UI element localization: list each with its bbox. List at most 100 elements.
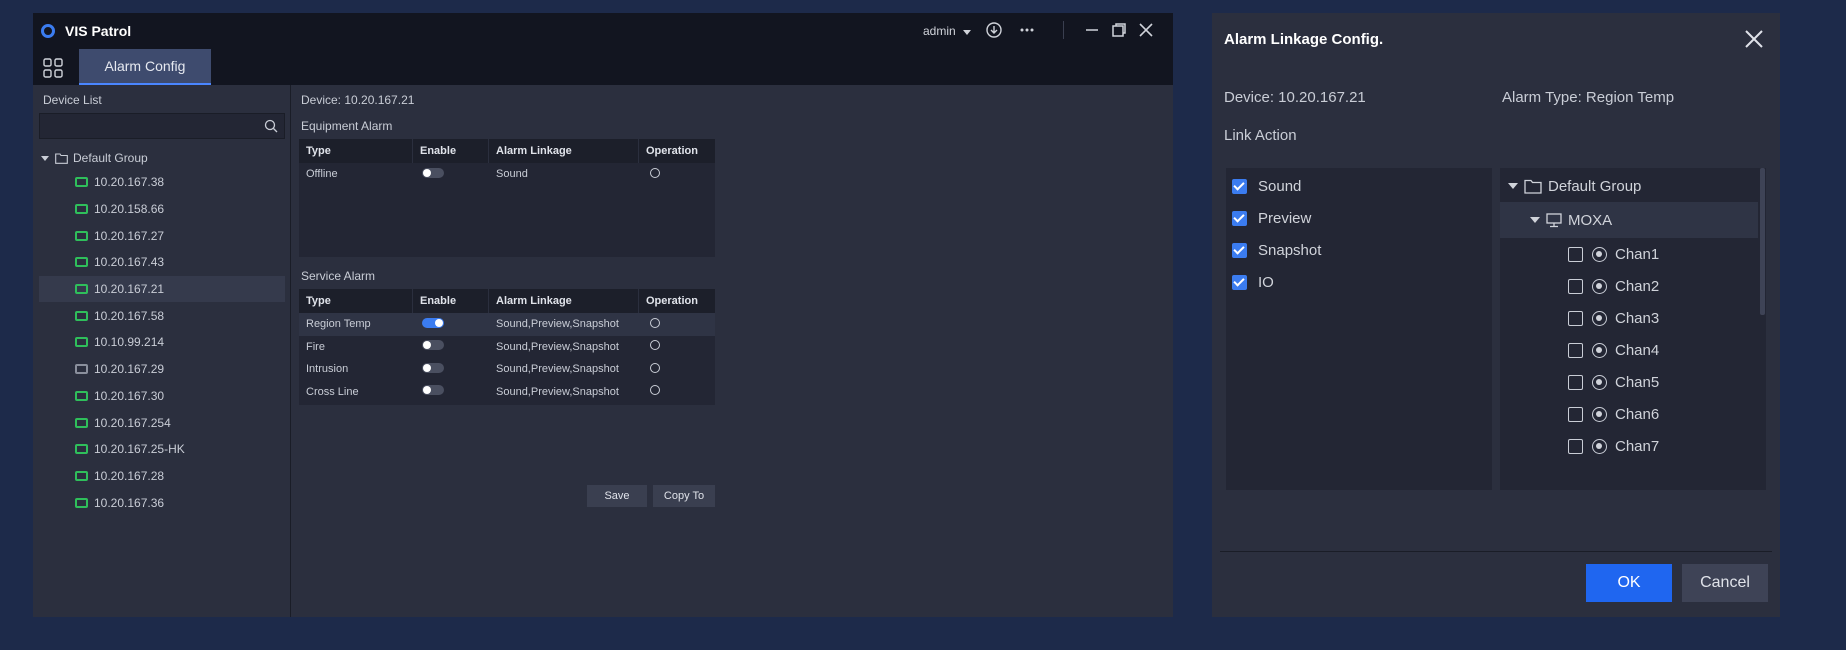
user-menu[interactable]: admin — [923, 24, 956, 38]
settings-icon[interactable] — [650, 167, 660, 178]
link-action-label: Sound — [1258, 177, 1302, 195]
alarm-linkage-dialog: Alarm Linkage Config. Device: 10.20.167.… — [1212, 13, 1780, 617]
alarm-config-content: Device: 10.20.167.21 Equipment Alarm Typ… — [291, 85, 1173, 617]
tree-device-moxa[interactable]: MOXA — [1500, 202, 1758, 238]
service-alarm-table: Type Enable Alarm Linkage Operation Regi… — [299, 289, 715, 405]
enable-toggle[interactable] — [422, 317, 444, 328]
device-item[interactable]: 10.20.158.66 — [39, 196, 285, 223]
channel-item[interactable]: Chan2 — [1568, 268, 1659, 304]
tree-scrollbar[interactable] — [1760, 168, 1765, 315]
channel-item[interactable]: Chan4 — [1568, 332, 1659, 368]
channel-item[interactable]: Chan5 — [1568, 364, 1659, 400]
channel-item[interactable]: Chan6 — [1568, 396, 1659, 432]
device-item[interactable]: 10.20.167.36 — [39, 489, 285, 516]
channel-radio[interactable] — [1592, 310, 1607, 326]
table-row: Region Temp Sound,Preview,Snapshot — [299, 313, 715, 336]
device-item[interactable]: 10.20.167.21 — [39, 275, 285, 303]
channel-item[interactable]: Chan1 — [1568, 236, 1659, 272]
device-item[interactable]: 10.20.167.254 — [39, 409, 285, 436]
enable-toggle[interactable] — [422, 385, 444, 396]
checkbox[interactable] — [1568, 310, 1583, 326]
device-label: 10.20.167.38 — [94, 175, 165, 190]
settings-icon[interactable] — [650, 317, 660, 328]
device-item[interactable]: 10.20.167.27 — [39, 222, 285, 249]
settings-icon[interactable] — [650, 340, 660, 351]
tab-alarm-config[interactable]: Alarm Config — [79, 49, 211, 85]
device-label: 10.20.167.36 — [94, 495, 165, 510]
device-item[interactable]: 10.20.167.28 — [39, 463, 285, 490]
checkbox[interactable] — [1568, 342, 1583, 358]
link-action-label: Preview — [1258, 209, 1312, 227]
enable-toggle[interactable] — [422, 340, 444, 351]
device-item[interactable]: 10.10.99.214 — [39, 329, 285, 356]
save-button[interactable]: Save — [587, 485, 647, 507]
settings-icon[interactable] — [650, 362, 660, 373]
ok-button[interactable]: OK — [1586, 564, 1672, 602]
channel-item[interactable]: Chan7 — [1568, 428, 1659, 464]
camera-icon — [75, 284, 88, 295]
col-linkage: Alarm Linkage — [489, 139, 639, 163]
device-item[interactable]: 10.20.167.25-HK — [39, 436, 285, 463]
checkbox[interactable] — [1232, 274, 1247, 290]
channel-label: Chan2 — [1615, 277, 1660, 295]
caret-down-icon[interactable] — [1530, 217, 1540, 223]
cancel-button[interactable]: Cancel — [1682, 564, 1768, 602]
camera-icon — [75, 177, 88, 188]
link-action-item[interactable]: Preview — [1232, 206, 1311, 230]
device-item[interactable]: 10.20.167.58 — [39, 302, 285, 329]
enable-toggle[interactable] — [422, 167, 444, 178]
service-rows: Region Temp Sound,Preview,Snapshot Fire Sou… — [299, 313, 715, 403]
search-icon[interactable] — [264, 119, 278, 133]
dialog-alarm-type-label: Alarm Type: Region Temp — [1502, 89, 1675, 106]
link-action-item[interactable]: IO — [1232, 270, 1274, 294]
close-icon[interactable] — [1135, 19, 1157, 41]
checkbox[interactable] — [1232, 178, 1247, 194]
close-icon[interactable] — [1742, 27, 1766, 51]
more-icon[interactable] — [1016, 19, 1038, 41]
device-item[interactable]: 10.20.167.38 — [39, 169, 285, 196]
device-label: 10.20.167.25-HK — [94, 442, 185, 457]
link-action-item[interactable]: Snapshot — [1232, 238, 1321, 262]
channel-radio[interactable] — [1592, 278, 1607, 294]
settings-icon[interactable] — [650, 385, 660, 396]
channel-radio[interactable] — [1592, 406, 1607, 422]
download-icon[interactable] — [983, 19, 1005, 41]
device-label: 10.20.167.27 — [94, 228, 165, 243]
enable-toggle[interactable] — [422, 362, 444, 373]
checkbox[interactable] — [1568, 406, 1583, 422]
caret-down-icon[interactable] — [1508, 183, 1518, 189]
tree-group-default[interactable]: Default Group — [41, 147, 148, 169]
app-grid-icon[interactable] — [43, 58, 63, 78]
link-action-item[interactable]: Sound — [1232, 174, 1301, 198]
device-label: 10.20.167.43 — [94, 255, 165, 270]
channel-item[interactable]: Chan3 — [1568, 300, 1659, 336]
channel-radio[interactable] — [1592, 342, 1607, 358]
checkbox[interactable] — [1568, 278, 1583, 294]
device-item[interactable]: 10.20.167.43 — [39, 249, 285, 276]
checkbox[interactable] — [1568, 438, 1583, 454]
checkbox[interactable] — [1568, 374, 1583, 390]
minimize-icon[interactable] — [1081, 19, 1103, 41]
alarm-type: Region Temp — [306, 318, 371, 331]
tree-group-default[interactable]: Default Group — [1508, 168, 1641, 204]
device-list-title: Device List — [43, 93, 102, 107]
device-search-input[interactable] — [39, 113, 285, 139]
device-item[interactable]: 10.20.167.30 — [39, 383, 285, 410]
caret-down-icon[interactable] — [41, 155, 49, 161]
chevron-down-icon[interactable] — [963, 30, 971, 35]
checkbox[interactable] — [1232, 210, 1247, 226]
device-item[interactable]: 10.20.167.29 — [39, 356, 285, 383]
operation-cell — [639, 317, 715, 331]
alarm-linkage: Sound,Preview,Snapshot — [496, 340, 619, 353]
link-action-list: Sound Preview Snapshot IO — [1226, 168, 1492, 490]
channel-radio[interactable] — [1592, 246, 1607, 262]
checkbox[interactable] — [1232, 242, 1247, 258]
alarm-type: Intrusion — [306, 363, 349, 376]
checkbox[interactable] — [1568, 246, 1583, 262]
channel-radio[interactable] — [1592, 438, 1607, 454]
camera-icon — [75, 257, 88, 268]
copy-to-button[interactable]: Copy To — [653, 485, 715, 507]
alarm-linkage: Sound,Preview,Snapshot — [496, 385, 619, 398]
restore-icon[interactable] — [1108, 19, 1130, 41]
channel-radio[interactable] — [1592, 374, 1607, 390]
